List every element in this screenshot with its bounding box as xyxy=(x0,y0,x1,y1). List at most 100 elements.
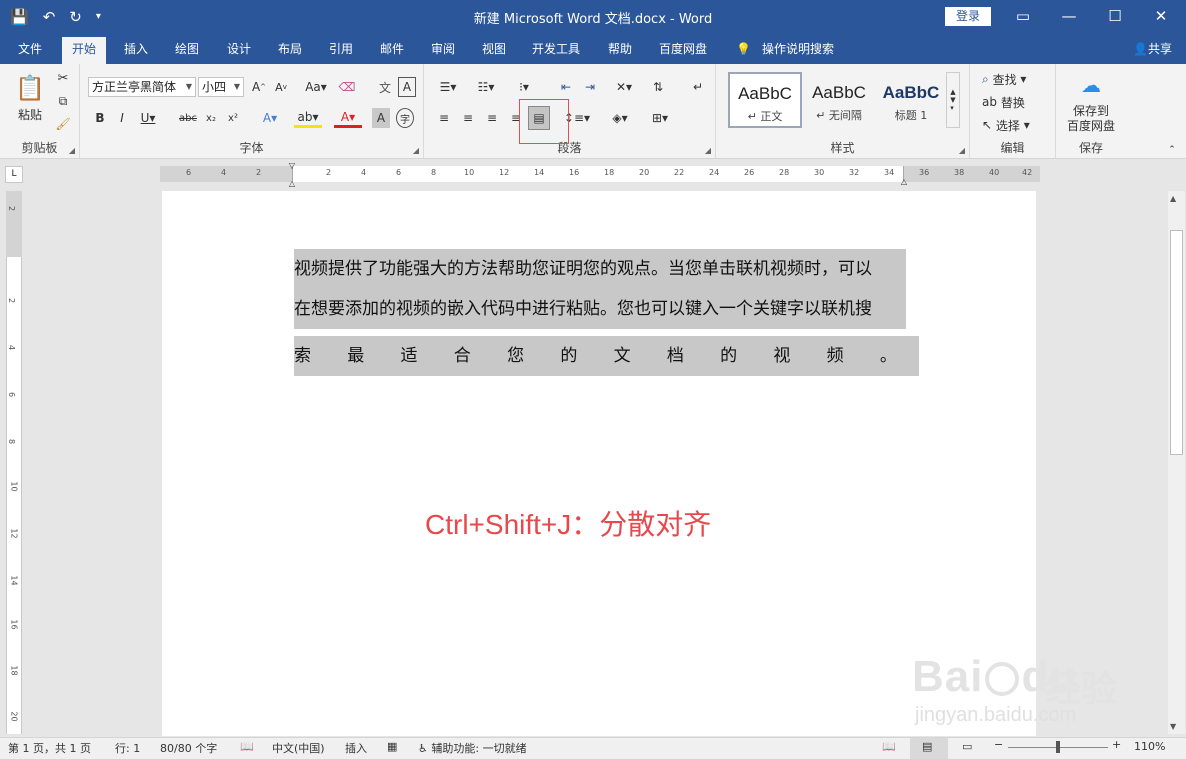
enclose-characters-icon[interactable]: 字 xyxy=(396,108,414,128)
text-effects-icon[interactable]: A▾ xyxy=(256,108,284,128)
tab-mailings[interactable]: 邮件 xyxy=(380,39,404,59)
page-count[interactable]: 第 1 页，共 1 页 xyxy=(8,740,91,756)
print-layout-icon[interactable]: ▤ xyxy=(922,740,932,753)
proofing-icon[interactable]: 📖 xyxy=(240,740,254,753)
decrease-indent-icon[interactable]: ⇤ xyxy=(556,77,576,97)
style-heading-1[interactable]: AaBbC 标题 1 xyxy=(874,72,948,128)
line-number[interactable]: 行: 1 xyxy=(115,740,140,756)
paste-icon[interactable]: 📋 xyxy=(12,70,48,106)
align-center-icon[interactable]: ≡ xyxy=(458,108,478,128)
tab-home[interactable]: 开始 xyxy=(62,37,107,64)
clear-formatting-icon[interactable]: ⌫ xyxy=(338,77,356,97)
increase-indent-icon[interactable]: ⇥ xyxy=(580,77,600,97)
styles-launcher-icon[interactable]: ◢ xyxy=(959,146,965,155)
styles-gallery-scroll[interactable]: ▲ ▼ ▾ xyxy=(946,72,960,128)
language[interactable]: 中文(中国) xyxy=(272,740,325,756)
clipboard-launcher-icon[interactable]: ◢ xyxy=(69,146,75,155)
paragraph-launcher-icon[interactable]: ◢ xyxy=(705,146,711,155)
accessibility-status[interactable]: ♿ 辅助功能: 一切就绪 xyxy=(418,740,527,756)
first-line-indent-marker[interactable]: ▽ xyxy=(286,160,298,170)
word-count[interactable]: 80/80 个字 xyxy=(160,740,217,756)
zoom-level[interactable]: 110% xyxy=(1134,740,1165,753)
tab-developer[interactable]: 开发工具 xyxy=(532,39,580,59)
style-no-spacing[interactable]: AaBbC ↵ 无间隔 xyxy=(802,72,876,128)
paste-button[interactable]: 粘贴 xyxy=(12,106,48,123)
phonetic-guide-icon[interactable]: 文 xyxy=(376,77,394,97)
superscript-icon[interactable]: x² xyxy=(224,108,242,128)
tab-layout[interactable]: 布局 xyxy=(278,39,302,59)
tab-view[interactable]: 视图 xyxy=(482,39,506,59)
zoom-in-icon[interactable]: + xyxy=(1112,738,1121,751)
insert-mode[interactable]: 插入 xyxy=(345,740,367,756)
collapse-ribbon-icon[interactable]: ⌃ xyxy=(1166,144,1178,156)
find-button[interactable]: ⌕ 查找 ▾ xyxy=(982,70,1026,88)
bold-icon[interactable]: B xyxy=(92,108,108,128)
scroll-down-icon[interactable]: ▼ xyxy=(1170,722,1176,731)
multilevel-list-icon[interactable]: ⁝▾ xyxy=(510,77,538,97)
format-painter-icon[interactable]: 🖌 xyxy=(54,115,72,133)
hanging-indent-marker[interactable]: △ xyxy=(286,178,298,188)
tell-me-icon[interactable]: 💡 xyxy=(736,39,751,59)
tab-references[interactable]: 引用 xyxy=(329,39,353,59)
right-indent-marker[interactable]: △ xyxy=(898,176,910,186)
shading-icon[interactable]: ◈▾ xyxy=(606,108,634,128)
highlight-color-icon[interactable]: ab▾ xyxy=(294,108,322,128)
subscript-icon[interactable]: x₂ xyxy=(202,108,220,128)
tab-baidu-netdisk[interactable]: 百度网盘 xyxy=(659,39,707,59)
font-name-select[interactable]: 方正兰亭黑简体 ▼ xyxy=(88,77,196,97)
ribbon-display-options-icon[interactable]: ▭ xyxy=(1000,4,1046,28)
select-button[interactable]: ↖ 选择 ▾ xyxy=(982,116,1030,134)
borders-icon[interactable]: ⊞▾ xyxy=(646,108,674,128)
tab-review[interactable]: 审阅 xyxy=(431,39,455,59)
minimize-icon[interactable]: — xyxy=(1046,4,1092,28)
tab-file[interactable]: 文件 xyxy=(18,39,42,59)
scrollbar-thumb[interactable] xyxy=(1170,230,1183,455)
italic-icon[interactable]: I xyxy=(114,108,130,128)
read-mode-icon[interactable]: 📖 xyxy=(882,740,896,753)
baidu-netdisk-icon[interactable]: ☁ xyxy=(1076,72,1106,98)
change-case-icon[interactable]: Aa▾ xyxy=(302,77,330,97)
web-layout-icon[interactable]: ▭ xyxy=(962,740,972,753)
document-text-line-1[interactable]: 视频提供了功能强大的方法帮助您证明您的观点。当您单击联机视频时，可以 xyxy=(294,249,906,289)
ruler-tick: 14 xyxy=(534,168,545,177)
share-button[interactable]: 👤共享 xyxy=(1133,40,1172,57)
chinese-layout-icon[interactable]: ✕▾ xyxy=(610,77,638,97)
font-color-icon[interactable]: A▾ xyxy=(334,108,362,128)
font-size-select[interactable]: 小四 ▼ xyxy=(198,77,244,97)
align-left-icon[interactable]: ≡ xyxy=(434,108,454,128)
character-border-icon[interactable]: A xyxy=(398,77,416,97)
maximize-icon[interactable]: ☐ xyxy=(1092,4,1138,28)
tab-selector[interactable]: L xyxy=(5,166,23,183)
document-text-line-2[interactable]: 在想要添加的视频的嵌入代码中进行粘贴。您也可以键入一个关键字以联机搜 xyxy=(294,289,906,329)
save-to-baidu-button[interactable]: 保存到 百度网盘 xyxy=(1056,104,1126,134)
tab-insert[interactable]: 插入 xyxy=(124,39,148,59)
character-shading-icon[interactable]: A xyxy=(372,108,390,128)
copy-icon[interactable]: ⧉ xyxy=(54,92,72,110)
show-marks-icon[interactable]: ↵ xyxy=(688,77,708,97)
vertical-ruler[interactable] xyxy=(6,191,22,734)
strikethrough-icon[interactable]: abc xyxy=(176,108,200,128)
sort-icon[interactable]: ⇅ xyxy=(648,77,668,97)
replace-button[interactable]: ab 替换 xyxy=(982,93,1025,111)
underline-icon[interactable]: U▾ xyxy=(136,108,160,128)
numbering-icon[interactable]: ☷▾ xyxy=(472,77,500,97)
grow-font-icon[interactable]: A ^ xyxy=(250,77,268,97)
bullets-icon[interactable]: ☰▾ xyxy=(434,77,462,97)
login-button[interactable]: 登录 xyxy=(945,7,991,26)
document-text-line-3[interactable]: 索 最 适 合 您 的 文 档 的 视 频 。 xyxy=(294,336,919,376)
align-right-icon[interactable]: ≡ xyxy=(482,108,502,128)
scroll-up-icon[interactable]: ▲ xyxy=(1170,194,1176,203)
tab-design[interactable]: 设计 xyxy=(227,39,251,59)
tab-help[interactable]: 帮助 xyxy=(608,39,632,59)
style-normal[interactable]: AaBbC ↵ 正文 xyxy=(728,72,802,128)
font-launcher-icon[interactable]: ◢ xyxy=(413,146,419,155)
shrink-font-icon[interactable]: Av xyxy=(272,77,290,97)
close-icon[interactable]: ✕ xyxy=(1138,4,1184,28)
tab-draw[interactable]: 绘图 xyxy=(175,39,199,59)
zoom-out-icon[interactable]: − xyxy=(994,738,1003,751)
zoom-slider-thumb[interactable] xyxy=(1056,741,1060,753)
tell-me-search[interactable]: 操作说明搜索 xyxy=(762,39,834,59)
macro-icon[interactable]: ▦ xyxy=(387,740,397,753)
clipboard-group: 📋 粘贴 ✂ ⧉ 🖌 剪贴板 ◢ xyxy=(0,64,80,159)
cut-icon[interactable]: ✂ xyxy=(54,69,72,87)
